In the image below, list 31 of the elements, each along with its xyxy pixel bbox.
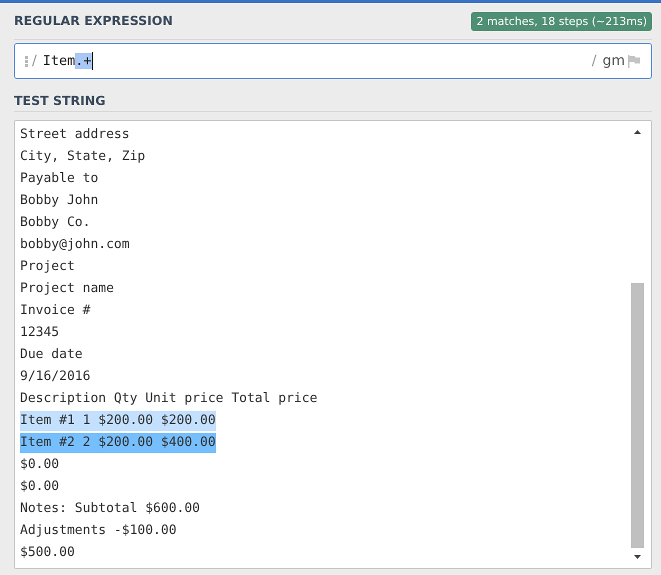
section-heading: REGULAR EXPRESSION bbox=[14, 13, 173, 28]
scroll-down-icon[interactable] bbox=[634, 555, 641, 559]
text-line: Project bbox=[20, 259, 75, 274]
regex-input-field[interactable]: / Item.+ / gm bbox=[14, 43, 652, 79]
scroll-up-icon[interactable] bbox=[634, 130, 641, 134]
text-line: 12345 bbox=[20, 325, 60, 340]
text-line: Bobby John bbox=[20, 193, 98, 208]
test-string-field[interactable] bbox=[14, 120, 652, 569]
text-line: City, State, Zip bbox=[20, 149, 146, 164]
regex-pattern: Item.+ bbox=[42, 53, 92, 69]
flag-icon[interactable] bbox=[627, 54, 641, 68]
text-line: Street address bbox=[20, 127, 130, 142]
text-line: Adjustments -$100.00 bbox=[20, 523, 177, 538]
text-line: $500.00 bbox=[20, 545, 75, 560]
text-line: Due date bbox=[20, 347, 83, 362]
text-line: $0.00 bbox=[20, 479, 60, 494]
match-status-badge: 2 matches, 18 steps (~213ms) bbox=[471, 12, 652, 31]
text-line: bobby@john.com bbox=[20, 237, 130, 252]
text-line: Project name bbox=[20, 281, 114, 296]
text-line: Notes: Subtotal $600.00 bbox=[20, 501, 200, 516]
text-line: Payable to bbox=[20, 171, 98, 186]
text-line: Bobby Co. bbox=[20, 215, 90, 230]
regex-flags[interactable]: gm bbox=[602, 53, 625, 69]
drag-handle-icon[interactable] bbox=[25, 56, 28, 66]
text-line: Invoice # bbox=[20, 303, 90, 318]
text-line: $0.00 bbox=[20, 457, 60, 472]
text-line: Description Qty Unit price Total price bbox=[20, 391, 318, 406]
section-heading: TEST STRING bbox=[14, 93, 106, 108]
text-line: 9/16/2016 bbox=[20, 369, 90, 384]
close-delimiter: / bbox=[592, 53, 596, 69]
open-delimiter: / bbox=[32, 53, 37, 69]
